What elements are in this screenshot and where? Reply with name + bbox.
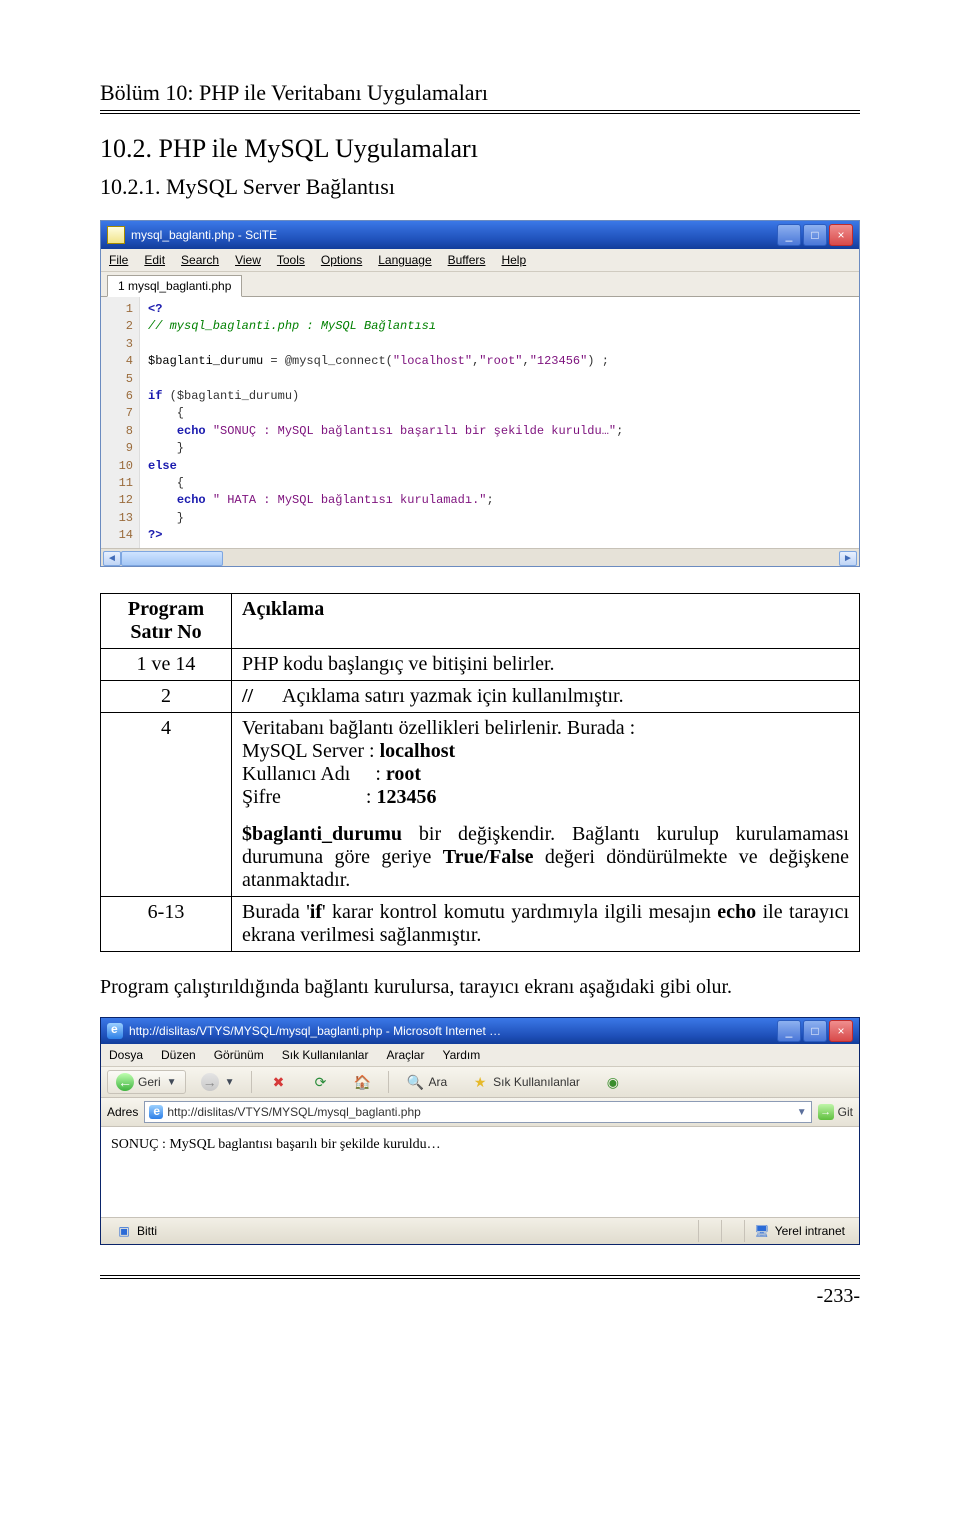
- ie-maximize-button[interactable]: □: [803, 1020, 827, 1042]
- minimize-button[interactable]: _: [777, 224, 801, 246]
- zone-icon: 🖥: [753, 1222, 771, 1240]
- scroll-right-icon[interactable]: ►: [839, 551, 857, 566]
- chevron-down-icon: ▼: [167, 1077, 177, 1088]
- table-row: 6-13 Burada 'if' karar kontrol komutu ya…: [101, 897, 860, 952]
- horizontal-scrollbar[interactable]: ◄ ►: [101, 548, 859, 566]
- scroll-thumb[interactable]: [121, 551, 223, 566]
- ie-minimize-button[interactable]: _: [777, 1020, 801, 1042]
- url-text: http://dislitas/VTYS/MYSQL/mysql_baglant…: [167, 1105, 420, 1119]
- page-output-text: SONUÇ : MySQL baglantısı başarılı bir şe…: [111, 1137, 441, 1152]
- ie-title: http://dislitas/VTYS/MYSQL/mysql_baglant…: [129, 1024, 501, 1038]
- stop-icon: ✖: [269, 1073, 287, 1091]
- scite-menubar: File Edit Search View Tools Options Lang…: [101, 249, 859, 272]
- menu-options[interactable]: Options: [321, 253, 362, 267]
- close-button[interactable]: ×: [829, 224, 853, 246]
- refresh-icon: ⟳: [311, 1073, 329, 1091]
- star-icon: ★: [471, 1073, 489, 1091]
- address-label: Adres: [107, 1105, 138, 1119]
- col-header-aciklama: Açıklama: [232, 594, 860, 649]
- scite-window: mysql_baglanti.php - SciTE _ □ × File Ed…: [100, 220, 860, 567]
- favorites-button[interactable]: ★ Sık Kullanılanlar: [462, 1070, 589, 1094]
- media-icon: ◉: [604, 1073, 622, 1091]
- go-button[interactable]: → Git: [818, 1104, 853, 1120]
- ie-menu-araclar[interactable]: Araçlar: [386, 1048, 424, 1062]
- ie-menu-dosya[interactable]: Dosya: [109, 1048, 143, 1062]
- paragraph: Program çalıştırıldığında bağlantı kurul…: [100, 976, 860, 999]
- ie-menubar: Dosya Düzen Görünüm Sık Kullanılanlar Ar…: [101, 1044, 859, 1067]
- ie-window: http://dislitas/VTYS/MYSQL/mysql_baglant…: [100, 1017, 860, 1245]
- menu-file[interactable]: File: [109, 253, 128, 267]
- maximize-button[interactable]: □: [803, 224, 827, 246]
- menu-help[interactable]: Help: [501, 253, 526, 267]
- code-area[interactable]: <? // mysql_baglanti.php : MySQL Bağlant…: [140, 297, 859, 548]
- chevron-down-icon: ▼: [225, 1077, 235, 1088]
- home-button[interactable]: 🏠: [344, 1070, 380, 1094]
- menu-buffers[interactable]: Buffers: [448, 253, 486, 267]
- refresh-button[interactable]: ⟳: [302, 1070, 338, 1094]
- table-row: 1 ve 14 PHP kodu başlangıç ve bitişini b…: [101, 649, 860, 681]
- toolbar-separator: [251, 1071, 252, 1093]
- ie-close-button[interactable]: ×: [829, 1020, 853, 1042]
- table-row: 2 // Açıklama satırı yazmak için kullanı…: [101, 681, 860, 713]
- ie-status-bar: ▣ Bitti 🖥 Yerel intranet: [101, 1218, 859, 1244]
- col-header-satirno: Program Satır No: [101, 594, 232, 649]
- page-header: Bölüm 10: PHP ile Veritabanı Uygulamalar…: [100, 80, 860, 106]
- menu-search[interactable]: Search: [181, 253, 219, 267]
- table-row: 4 Veritabanı bağlantı özellikleri belirl…: [101, 713, 860, 897]
- menu-language[interactable]: Language: [378, 253, 431, 267]
- ie-toolbar: ← Geri▼ → ▼ ✖ ⟳ 🏠 🔍 Ara ★: [101, 1067, 859, 1098]
- back-icon: ←: [116, 1073, 134, 1091]
- url-dropdown-icon[interactable]: ▼: [797, 1107, 807, 1118]
- ie-app-icon: [107, 1023, 123, 1039]
- ie-menu-gorunum[interactable]: Görünüm: [214, 1048, 264, 1062]
- ie-address-bar: Adres http://dislitas/VTYS/MYSQL/mysql_b…: [101, 1098, 859, 1127]
- browser-viewport: SONUÇ : MySQL baglantısı başarılı bir şe…: [101, 1127, 859, 1218]
- forward-button[interactable]: → ▼: [192, 1070, 244, 1094]
- ie-menu-yardim[interactable]: Yardım: [442, 1048, 480, 1062]
- footer-divider: [100, 1275, 860, 1279]
- scite-title: mysql_baglanti.php - SciTE: [131, 228, 277, 242]
- ie-menu-sik-kullanilanlar[interactable]: Sık Kullanılanlar: [282, 1048, 369, 1062]
- search-icon: 🔍: [406, 1073, 424, 1091]
- header-divider: [100, 110, 860, 114]
- document-icon: ▣: [115, 1222, 133, 1240]
- url-input[interactable]: http://dislitas/VTYS/MYSQL/mysql_baglant…: [144, 1101, 811, 1123]
- security-zone: 🖥 Yerel intranet: [744, 1220, 853, 1242]
- section-heading-10-2: 10.2. PHP ile MySQL Uygulamaları: [100, 134, 860, 164]
- section-heading-10-2-1: 10.2.1. MySQL Server Bağlantısı: [100, 174, 860, 200]
- status-cell: [721, 1220, 738, 1242]
- go-arrow-icon: →: [818, 1104, 834, 1120]
- toolbar-separator: [388, 1071, 389, 1093]
- scroll-left-icon[interactable]: ◄: [103, 551, 121, 566]
- scite-tabstrip: 1 mysql_baglanti.php: [101, 272, 859, 297]
- page-icon: [149, 1105, 163, 1119]
- back-button[interactable]: ← Geri▼: [107, 1070, 186, 1094]
- scite-titlebar: mysql_baglanti.php - SciTE _ □ ×: [101, 221, 859, 249]
- forward-icon: →: [201, 1073, 219, 1091]
- media-button[interactable]: ◉: [595, 1070, 631, 1094]
- menu-view[interactable]: View: [235, 253, 261, 267]
- ie-menu-duzen[interactable]: Düzen: [161, 1048, 196, 1062]
- status-cell: [698, 1220, 715, 1242]
- editor-tab[interactable]: 1 mysql_baglanti.php: [107, 275, 242, 297]
- menu-tools[interactable]: Tools: [277, 253, 305, 267]
- line-number-gutter: 123 456 789 101112 1314: [101, 297, 140, 548]
- search-button[interactable]: 🔍 Ara: [397, 1070, 456, 1094]
- code-editor[interactable]: 123 456 789 101112 1314 <? // mysql_bagl…: [101, 297, 859, 548]
- stop-button[interactable]: ✖: [260, 1070, 296, 1094]
- page-number: -233-: [100, 1285, 860, 1308]
- scite-app-icon: [107, 226, 125, 244]
- menu-edit[interactable]: Edit: [144, 253, 165, 267]
- home-icon: 🏠: [353, 1073, 371, 1091]
- status-text: ▣ Bitti: [107, 1220, 165, 1242]
- description-table: Program Satır No Açıklama 1 ve 14 PHP ko…: [100, 593, 860, 952]
- ie-titlebar: http://dislitas/VTYS/MYSQL/mysql_baglant…: [101, 1018, 859, 1044]
